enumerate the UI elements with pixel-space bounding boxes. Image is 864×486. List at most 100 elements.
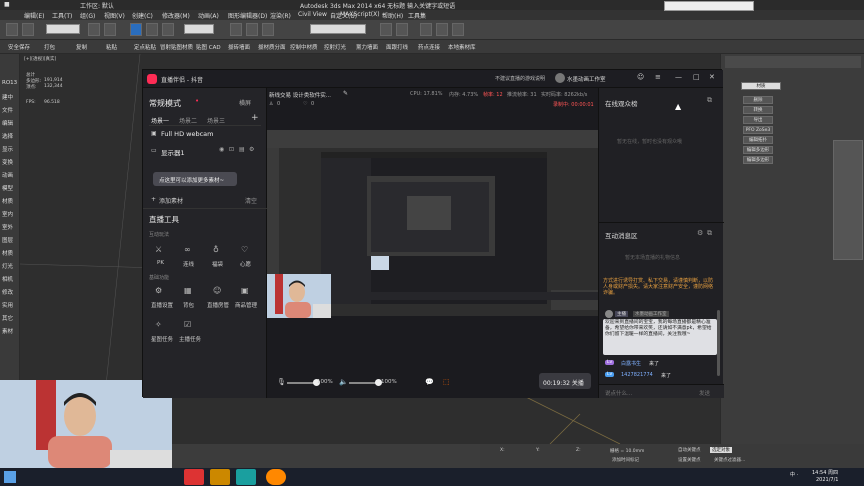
edit-poly-button-2[interactable]: 编辑多边形 [743,156,773,164]
panel-item[interactable]: 变换 [2,158,13,166]
panel-item[interactable]: 显示 [2,145,13,153]
panel-item[interactable]: 编辑 [2,119,13,127]
edit-poly-button[interactable]: 编辑多边形 [743,146,773,154]
panel-item[interactable]: 建中 [2,93,13,101]
panel-item[interactable]: 材质 [2,197,13,205]
tool-link[interactable]: 连线 [183,260,194,268]
plugin-button[interactable]: 药点连接 [418,43,440,51]
panel-item[interactable]: 实用 [2,301,13,309]
menu-item[interactable]: 组(G) [80,11,95,20]
addtime-label[interactable]: 添加时间标记 [612,457,639,463]
mirror-icon[interactable] [380,23,392,36]
convert-button[interactable]: 转换 [743,106,773,114]
autokey-label[interactable]: 自动关键点 [678,447,701,453]
game-notice-link[interactable]: 不建议直播的游戏说明 [495,75,545,82]
ime-indicator[interactable]: 中 · [790,471,798,478]
named-selection[interactable] [310,24,366,34]
render-icon[interactable] [436,23,448,36]
render-frame-icon[interactable] [452,23,464,36]
source-item-webcam[interactable]: Full HD webcam [161,130,213,138]
browser-icon[interactable] [266,469,286,485]
tool-backpack[interactable]: 背包 [183,301,194,309]
panel-item[interactable]: 修改 [2,288,13,296]
menu-icon[interactable]: ≡ [655,73,661,81]
scene-tab-3[interactable]: 场景三 [207,116,225,125]
menu-item[interactable]: 帮助(H) [382,11,403,20]
scene-tab-1[interactable]: 场景一 [151,116,169,125]
add-source-icon[interactable]: + [151,196,156,203]
scroll-area[interactable] [833,140,863,260]
3dsmax-icon[interactable] [236,469,256,485]
angle-snap-icon[interactable] [246,23,258,36]
chat-scrollbar[interactable] [717,310,720,376]
clock-time[interactable]: 14:54 周四 [812,469,838,476]
account-name[interactable]: 水墨动画工作室 [567,75,606,83]
feedback-icon[interactable]: ☺ [637,73,644,81]
backpack-icon[interactable]: ▦ [184,286,192,295]
tool-room-admin[interactable]: 直播房管 [207,301,229,309]
chat-input[interactable]: 说点什么... 发送 [599,384,724,398]
mic-volume-slider[interactable] [287,382,315,384]
room-admin-icon[interactable]: ☺ [213,286,221,295]
menu-item[interactable]: 工具(T) [52,11,72,20]
tool-wish[interactable]: 心愿 [240,260,251,268]
add-scene-icon[interactable]: + [251,113,259,123]
tool-goods[interactable]: 商品管理 [235,301,257,309]
workspace-label[interactable]: 工作区: 默认 [80,1,114,10]
chat-popout-icon[interactable]: ⧉ [707,229,712,238]
start-icon[interactable] [4,471,16,483]
plugin-button[interactable]: 面跟打线 [386,43,408,51]
folder-icon[interactable] [210,469,230,485]
tool-anchor-task[interactable]: 主播任务 [179,335,201,343]
menu-item[interactable]: Civil View [298,11,327,18]
avatar[interactable] [555,73,565,83]
plugin-button[interactable]: 安全保存 [8,43,30,51]
plugin-button[interactable]: 拔材质分面 [258,43,286,51]
orientation-button[interactable]: 横屏 [239,98,251,107]
plugin-button[interactable]: 贴图 CAD [196,43,221,51]
panel-tabs[interactable] [725,56,861,68]
topology-button[interactable]: 编辑拓扑 [743,136,773,144]
douyin-icon[interactable] [184,469,204,485]
menu-item[interactable]: 渲染(R) [270,11,291,20]
scene-tab-2[interactable]: 场景二 [179,116,197,125]
snap-icon[interactable] [230,23,242,36]
speaker-icon[interactable]: 🔈 [339,378,348,386]
panel-item[interactable]: 相机 [2,275,13,283]
stream-title[interactable]: 新线交易 设计类软件实... [269,91,331,99]
menu-item[interactable]: 修改器(M) [162,11,190,20]
add-source-button[interactable]: 添加素材 [159,196,183,205]
tool-live-settings[interactable]: 直播设置 [151,301,173,309]
link-icon[interactable]: ∞ [184,245,191,254]
chat-bubble-icon[interactable]: 💬 [425,378,434,386]
select-region-icon[interactable] [104,23,116,36]
plugin-button[interactable]: 冒射贴图材质 [160,43,193,51]
panel-item[interactable]: 素材 [2,327,13,335]
menu-item[interactable]: MAXScript(X) [340,11,380,18]
tool-pk[interactable]: PK [157,260,164,266]
menu-item[interactable]: 创建(C) [132,11,153,20]
pk-icon[interactable]: ⚔ [155,245,162,254]
panel-item[interactable]: 其它 [2,314,13,322]
chat-user[interactable]: 白露书生 [621,360,641,367]
lucky-bag-icon[interactable]: ♁ [213,245,219,254]
setkey-label[interactable]: 设置关键点 [678,457,701,463]
clock-date[interactable]: 2021/7/1 [816,477,838,483]
panel-item[interactable]: 图层 [2,236,13,244]
keyfilter-button[interactable]: 关键点过滤器... [714,457,745,463]
popout-icon[interactable]: ⧉ [707,96,712,105]
plugin-button[interactable]: 本地素材库 [448,43,476,51]
visibility-icon[interactable]: ◉ [219,146,224,153]
menu-item[interactable]: 视图(V) [104,11,125,20]
webcam-preview[interactable] [267,274,331,318]
coordinate-dropdown[interactable] [184,24,214,34]
pfo-button[interactable]: PFO ZoSe3 [743,126,773,134]
delete-source-icon[interactable]: ▤ [239,146,245,153]
end-live-button[interactable]: 00:19:32 关播 [539,373,591,389]
search-input[interactable] [664,1,754,11]
plugin-button[interactable]: 定点粘贴 [134,43,156,51]
material-dropdown[interactable]: 材质 [741,82,781,90]
star-task-icon[interactable]: ✧ [155,320,162,329]
percent-snap-icon[interactable] [262,23,274,36]
menu-item[interactable]: 工具集 [408,11,426,20]
